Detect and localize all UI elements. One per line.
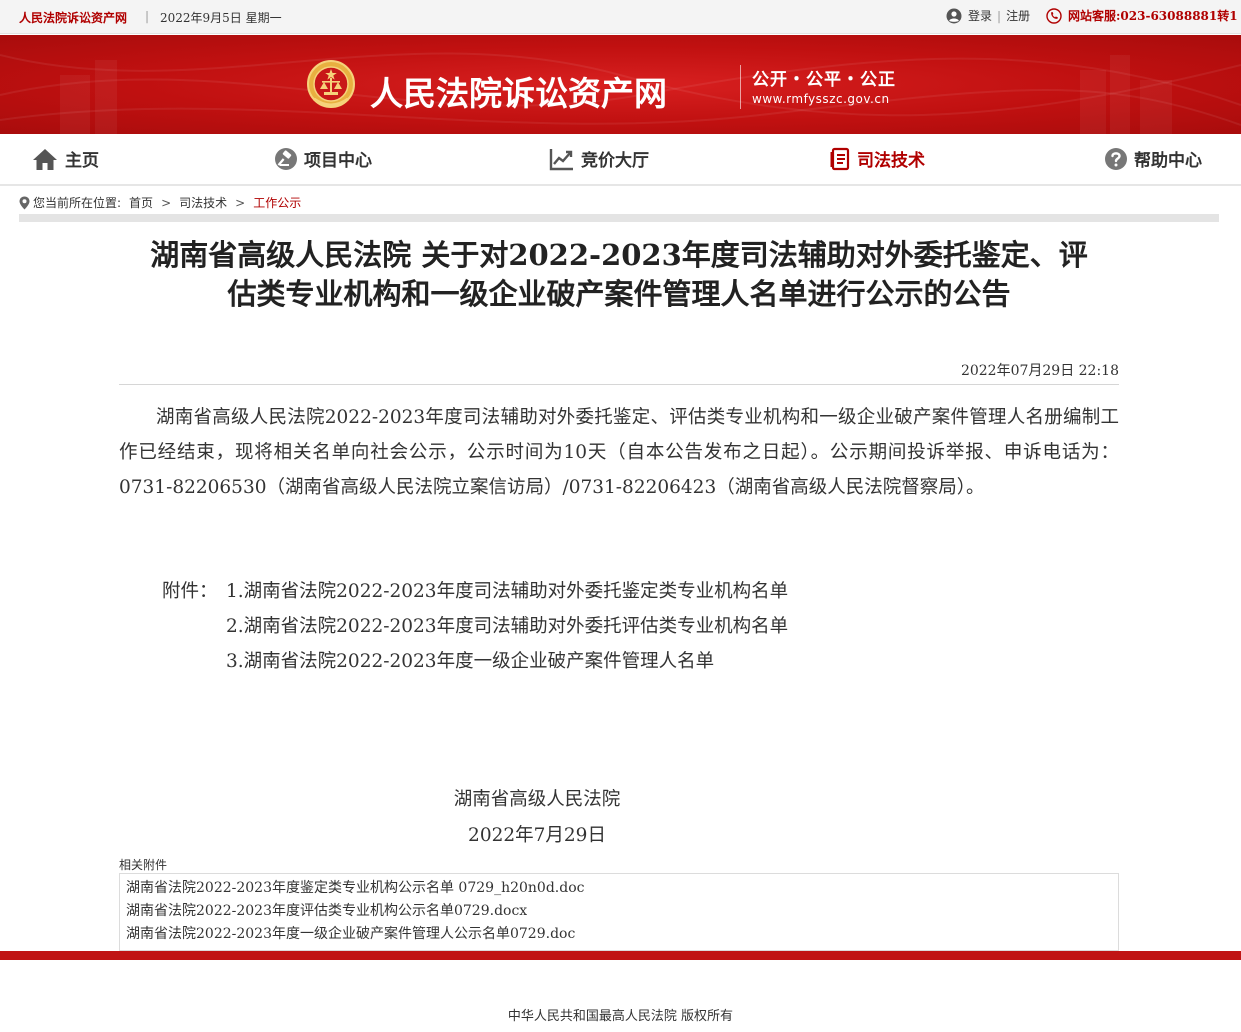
article-body: 湖南省高级人民法院2022-2023年度司法辅助对外委托鉴定、评估类专业机构和一… [119, 407, 1119, 498]
top-separator: | [145, 9, 150, 23]
home-icon [33, 148, 57, 170]
nav-item-projects[interactable]: 项目中心 [274, 146, 372, 171]
banner-title: 人民法院诉讼资产网 [370, 74, 667, 113]
nav-label: 主页 [65, 151, 99, 171]
top-site-name[interactable]: 人民法院诉讼资产网 [19, 9, 127, 26]
nav-item-help[interactable]: 帮助中心 [1104, 146, 1202, 171]
attachment-indent [162, 609, 226, 644]
site-banner: 人民法院诉讼资产网 公开・公平・公正 www.rmfysszc.gov.cn [0, 35, 1241, 134]
breadcrumb-label: 您当前所在位置: [33, 196, 122, 210]
trend-chart-icon [549, 148, 573, 170]
nav-label: 帮助中心 [1134, 151, 1202, 171]
article-title-line-1: 湖南省高级人民法院 关于对2022-2023年度司法辅助对外委托鉴定、评 [150, 238, 1088, 272]
hotline: 网站客服:023-63088881转1 [1046, 7, 1238, 24]
breadcrumb-sep: > [161, 195, 172, 210]
breadcrumb-home[interactable]: 首页 [129, 194, 153, 211]
nav-label: 项目中心 [304, 151, 372, 171]
nav-item-bidding-hall[interactable]: 竞价大厅 [549, 146, 649, 171]
breadcrumb-judicial-tech[interactable]: 司法技术 [179, 194, 227, 211]
breadcrumb: 您当前所在位置: 首页 > 司法技术 > 工作公示 [19, 194, 301, 211]
phone-icon [1046, 7, 1062, 24]
document-icon [830, 147, 850, 170]
article-time: 2022年07月29日 22:18 [960, 363, 1119, 379]
related-file-list: 湖南省法院2022-2023年度鉴定类专业机构公示名单 0729_h20n0d.… [119, 873, 1119, 951]
signer: 湖南省高级人民法院 [453, 789, 621, 810]
banner-divider [740, 65, 741, 109]
gavel-icon [275, 147, 297, 170]
nav-label: 司法技术 [857, 151, 925, 171]
article-container: 湖南省高级人民法院 关于对2022-2023年度司法辅助对外委托鉴定、评 估类专… [19, 214, 1219, 951]
related-file-link[interactable]: 湖南省法院2022-2023年度评估类专业机构公示名单0729.docx [126, 900, 1112, 923]
banner-motto: 公开・公平・公正 [752, 70, 896, 90]
register-link[interactable]: 注册 [1006, 7, 1030, 24]
related-file-link[interactable]: 湖南省法院2022-2023年度一级企业破产案件管理人公示名单0729.doc [126, 923, 1112, 946]
attachment-label: 附件： [162, 581, 218, 602]
attachment-list: 附件： 1.湖南省法院2022-2023年度司法辅助对外委托鉴定类专业机构名单 … [162, 574, 788, 679]
top-bar: 人民法院诉讼资产网 | 2022年9月5日 星期一 登录 | 注册 网站客服:0… [0, 0, 1241, 34]
breadcrumb-sep: > [235, 195, 246, 210]
main-nav: 主页 项目中心 竞价大厅 司法技术 帮助中心 [0, 134, 1241, 186]
attachment-indent [162, 644, 226, 679]
login-link[interactable]: 登录 [968, 7, 992, 24]
help-icon [1105, 147, 1127, 170]
sign-date: 2022年7月29日 [468, 825, 606, 846]
title-divider [119, 384, 1119, 385]
location-pin-icon [19, 196, 30, 209]
related-attachments: 相关附件 湖南省法院2022-2023年度鉴定类专业机构公示名单 0729_h2… [119, 858, 1119, 951]
hotline-text: 网站客服:023-63088881转1 [1068, 9, 1238, 23]
nav-item-home[interactable]: 主页 [31, 146, 99, 171]
attachment-text: 2.湖南省法院2022-2023年度司法辅助对外委托评估类专业机构名单 [226, 616, 789, 637]
attachment-text: 1.湖南省法院2022-2023年度司法辅助对外委托鉴定类专业机构名单 [226, 581, 789, 602]
nav-label: 竞价大厅 [581, 151, 649, 171]
attachment-item: 2.湖南省法院2022-2023年度司法辅助对外委托评估类专业机构名单 [162, 609, 788, 644]
attachment-item: 3.湖南省法院2022-2023年度一级企业破产案件管理人名单 [162, 644, 788, 679]
article-title-line-2: 估类专业机构和一级企业破产案件管理人名单进行公示的公告 [227, 277, 1011, 311]
related-file-link[interactable]: 湖南省法院2022-2023年度鉴定类专业机构公示名单 0729_h20n0d.… [126, 877, 1112, 900]
court-emblem-icon [307, 60, 355, 108]
footer: 中华人民共和国最高人民法院 版权所有 [0, 951, 1241, 1032]
attachment-text: 3.湖南省法院2022-2023年度一级企业破产案件管理人名单 [226, 651, 715, 672]
footer-copyright: 中华人民共和国最高人民法院 版权所有 [507, 1009, 734, 1024]
user-links: 登录 | 注册 [946, 7, 1030, 24]
breadcrumb-current[interactable]: 工作公示 [253, 194, 301, 211]
attachment-item: 附件： 1.湖南省法院2022-2023年度司法辅助对外委托鉴定类专业机构名单 [162, 574, 788, 609]
article-title: 湖南省高级人民法院 关于对2022-2023年度司法辅助对外委托鉴定、评 估类专… [119, 236, 1119, 314]
login-divider: | [997, 8, 1002, 23]
banner-domain: www.rmfysszc.gov.cn [752, 92, 890, 106]
nav-item-judicial-tech[interactable]: 司法技术 [829, 146, 925, 171]
related-title: 相关附件 [119, 858, 168, 872]
current-date: 2022年9月5日 星期一 [160, 11, 282, 25]
user-icon [946, 8, 962, 23]
